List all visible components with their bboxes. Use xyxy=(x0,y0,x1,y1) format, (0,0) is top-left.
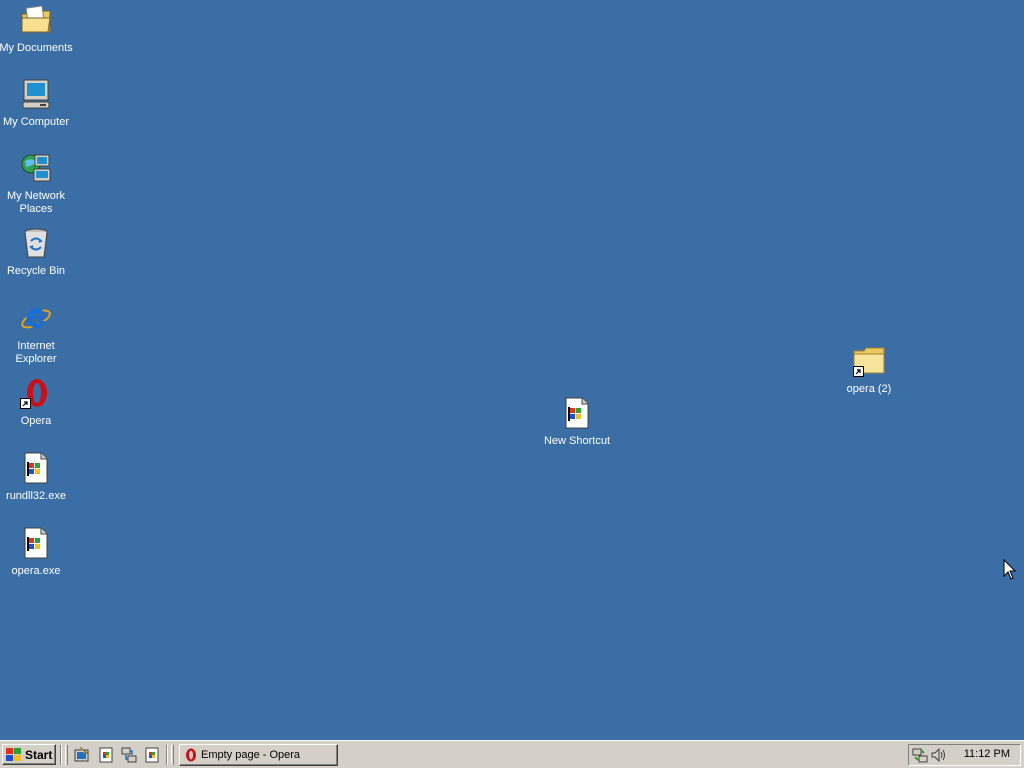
taskbar: Start Empty page - Opera 11:12 PM xyxy=(0,740,1024,768)
icon-label: rundll32.exe xyxy=(6,490,66,502)
recycle-bin-icon xyxy=(20,227,52,259)
show-desktop-icon[interactable] xyxy=(74,747,90,763)
icon-label: My Computer xyxy=(2,116,70,128)
mouse-cursor-icon xyxy=(1003,559,1016,580)
my-computer-icon xyxy=(20,78,52,110)
app-icon[interactable] xyxy=(144,747,160,763)
desktop-icon-recycle-bin[interactable]: Recycle Bin xyxy=(0,227,73,278)
shortcut-arrow-icon xyxy=(20,398,31,409)
desktop-icon-my-network-places[interactable]: My Network Places xyxy=(0,152,73,216)
taskbar-separator xyxy=(166,745,168,765)
desktop-icon-opera-2[interactable]: opera (2) xyxy=(832,345,906,396)
network-icon[interactable] xyxy=(121,747,137,763)
volume-icon[interactable] xyxy=(930,747,946,763)
executable-icon xyxy=(561,397,593,429)
desktop[interactable]: My Documents My Computer My Network Plac… xyxy=(0,0,1024,740)
desktop-icon-opera[interactable]: Opera xyxy=(0,377,73,428)
opera-icon xyxy=(186,748,196,762)
icon-label: Recycle Bin xyxy=(6,265,66,277)
my-documents-icon xyxy=(20,4,52,36)
task-area-grip[interactable] xyxy=(171,745,174,765)
desktop-icon-my-computer[interactable]: My Computer xyxy=(0,78,73,129)
icon-label: opera.exe xyxy=(11,565,61,577)
icon-label: My Network Places xyxy=(6,190,66,215)
desktop-icon-opera-exe[interactable]: opera.exe xyxy=(0,527,73,578)
desktop-icon-new-shortcut[interactable]: New Shortcut xyxy=(540,397,614,448)
opera-icon xyxy=(20,377,52,409)
icon-label: New Shortcut xyxy=(543,435,611,447)
icon-label: opera (2) xyxy=(846,383,892,395)
app-icon[interactable] xyxy=(98,747,114,763)
clock[interactable]: 11:12 PM xyxy=(964,748,1010,760)
task-button-opera[interactable]: Empty page - Opera xyxy=(179,744,338,766)
desktop-icon-internet-explorer[interactable]: Internet Explorer xyxy=(0,302,73,366)
start-label: Start xyxy=(25,747,53,762)
my-network-places-icon xyxy=(20,152,52,184)
executable-icon xyxy=(20,452,52,484)
windows-logo-icon xyxy=(6,747,21,761)
start-button[interactable]: Start xyxy=(2,744,56,765)
task-button-label: Empty page - Opera xyxy=(201,749,301,761)
folder-shortcut-icon xyxy=(853,345,885,377)
desktop-icon-rundll32[interactable]: rundll32.exe xyxy=(0,452,73,503)
icon-label: Opera xyxy=(20,415,52,427)
internet-explorer-icon xyxy=(20,302,52,334)
desktop-icon-my-documents[interactable]: My Documents xyxy=(0,4,73,55)
quick-launch-grip[interactable] xyxy=(65,745,68,765)
system-tray: 11:12 PM xyxy=(908,744,1021,766)
icon-label: Internet Explorer xyxy=(15,340,57,365)
icon-label: My Documents xyxy=(0,42,73,54)
shortcut-arrow-icon xyxy=(853,366,864,377)
taskbar-separator xyxy=(60,745,62,765)
executable-icon xyxy=(20,527,52,559)
network-tray-icon[interactable] xyxy=(912,747,928,763)
